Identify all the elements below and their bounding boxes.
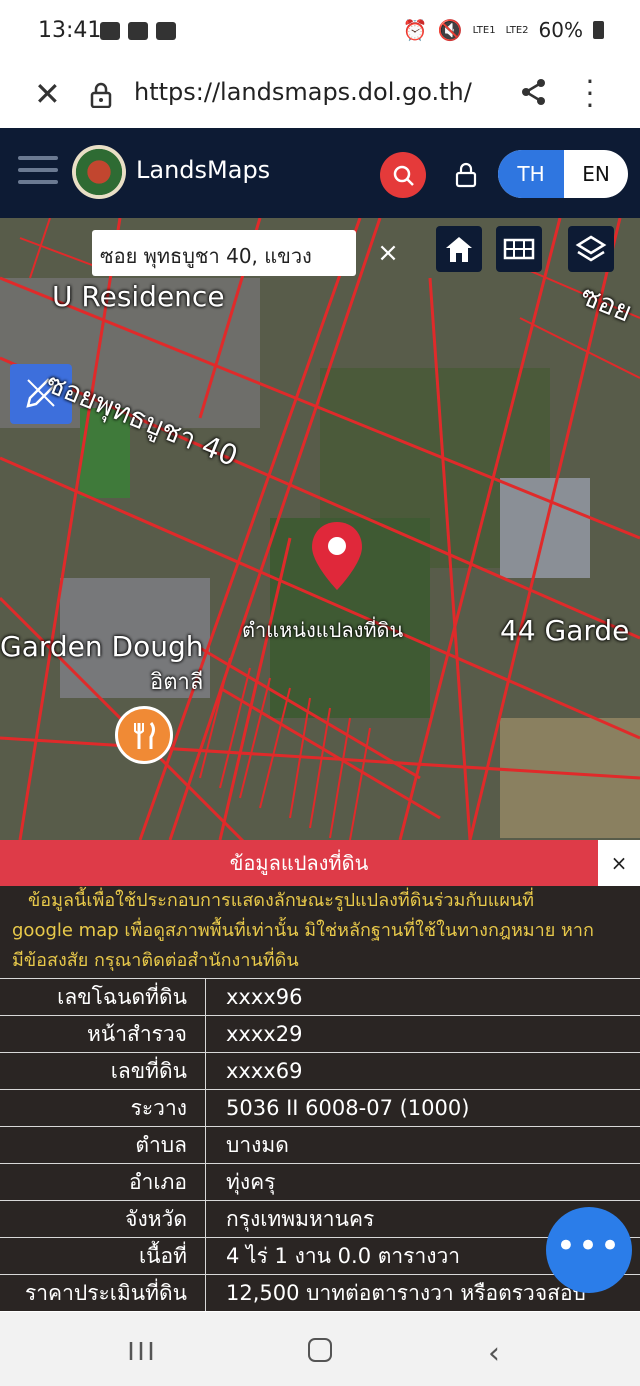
recent-apps-icon[interactable] (128, 1340, 154, 1362)
table-row: ราคาประเมินที่ดิน 12,500 บาทต่อตารางวา หร… (0, 1274, 640, 1311)
more-options-icon[interactable]: · · · (580, 68, 600, 120)
row-label: เนื้อที่ (0, 1238, 206, 1274)
lang-en-button[interactable]: EN (564, 150, 628, 198)
lte1-signal-icon: LTE1 (472, 24, 496, 36)
location-pin-icon[interactable] (310, 520, 364, 592)
parcel-info-table: เลขโฉนดที่ดิน xxxx96 หน้าสำรวจ xxxx29 เลขท… (0, 978, 640, 1311)
mute-icon: 🔇 (437, 18, 463, 42)
lock-icon (90, 82, 112, 108)
notification-icons (100, 22, 176, 40)
table-row: เลขโฉนดที่ดิน xxxx96 (0, 978, 640, 1015)
parcel-grid-button[interactable] (496, 226, 542, 272)
row-label: เลขโฉนดที่ดิน (0, 979, 206, 1015)
layers-button[interactable] (568, 226, 614, 272)
map-label-garden-dough: Garden Dough (0, 630, 204, 663)
table-row: ตำบล บางมด (0, 1126, 640, 1163)
fork-knife-icon (134, 722, 155, 749)
clear-search-icon[interactable]: × (356, 230, 420, 276)
row-label: จังหวัด (0, 1201, 206, 1237)
row-value: xxxx69 (226, 1059, 303, 1083)
language-toggle: TH EN (498, 150, 628, 198)
home-nav-icon[interactable] (308, 1338, 332, 1362)
map-label-garden-dough-th: อิตาลี (150, 670, 204, 695)
status-time: 13:41 (38, 18, 102, 43)
pin-label: ตำแหน่งแปลงที่ดิน (242, 618, 404, 642)
calendar-icon (156, 22, 176, 40)
map-search-input[interactable]: ซอย พุทธบูชา 40, แขวง (92, 230, 356, 276)
dol-logo (72, 145, 126, 199)
close-panel-button[interactable]: × (598, 840, 640, 886)
table-row: เนื้อที่ 4 ไร่ 1 งาน 0.0 ตารางวา (0, 1237, 640, 1274)
table-row: อำเภอ ทุ่งครุ (0, 1163, 640, 1200)
parcel-panel-title: ข้อมูลแปลงที่ดิน (229, 851, 369, 875)
home-button[interactable] (436, 226, 482, 272)
app-header: LandsMaps TH EN (0, 128, 640, 218)
url-text[interactable]: https://landsmaps.dol.go.th/ (134, 78, 472, 106)
close-tab-icon[interactable]: ✕ (34, 78, 61, 110)
row-value: บางมด (226, 1133, 289, 1157)
restaurant-marker[interactable] (115, 706, 173, 764)
row-value: 5036 II 6008-07 (1000) (226, 1096, 470, 1120)
battery-icon (593, 21, 604, 39)
row-label: ตำบล (0, 1127, 206, 1163)
status-right: ⏰ 🔇 LTE1 LTE2 60% (403, 18, 604, 42)
map-label-garden44: 44 Garde (500, 614, 630, 647)
search-icon (393, 165, 414, 186)
row-label: ระวาง (0, 1090, 206, 1126)
row-value: xxxx96 (226, 985, 303, 1009)
map-view[interactable]: ซอย พุทธบูชา 40, แขวง × U Residence ซอยพ… (0, 218, 640, 840)
status-bar: 13:41 ⏰ 🔇 LTE1 LTE2 60% (0, 0, 640, 66)
notice-line: google map เพื่อดูสภาพพื้นที่เท่านั้น มิ… (12, 920, 594, 941)
home-icon (446, 237, 472, 262)
lang-th-button[interactable]: TH (498, 150, 564, 198)
youtube-icon (128, 22, 148, 40)
layers-icon (575, 235, 607, 262)
row-value: xxxx29 (226, 1022, 303, 1046)
table-row: จังหวัด กรุงเทพมหานคร (0, 1200, 640, 1237)
back-nav-icon[interactable]: ‹ (488, 1336, 500, 1371)
row-value: ทุ่งครุ (226, 1170, 276, 1194)
parcel-panel-header: ข้อมูลแปลงที่ดิน × (0, 840, 640, 886)
row-label: เลขที่ดิน (0, 1053, 206, 1089)
lock-icon[interactable] (455, 162, 477, 188)
share-icon[interactable] (520, 78, 548, 106)
disclaimer-notice: ข้อมูลนี้เพื่อใช้ประกอบการแสดงลักษณะรูปแ… (0, 886, 640, 978)
search-button[interactable] (380, 152, 426, 198)
alarm-icon: ⏰ (402, 18, 428, 42)
table-row: หน้าสำรวจ xxxx29 (0, 1015, 640, 1052)
row-label: ราคาประเมินที่ดิน (0, 1275, 206, 1311)
row-value: 12,500 บาทต่อตารางวา หรือตรวจสอบ (226, 1281, 586, 1305)
lte2-signal-icon: LTE2 (505, 24, 529, 36)
row-label: อำเภอ (0, 1164, 206, 1200)
browser-url-bar: ✕ https://landsmaps.dol.go.th/ · · · (0, 66, 640, 128)
table-row: เลขที่ดิน xxxx69 (0, 1052, 640, 1089)
table-row: ระวาง 5036 II 6008-07 (1000) (0, 1089, 640, 1126)
system-nav-bar: ‹ (0, 1312, 640, 1386)
notice-line: มีข้อสงสัย กรุณาติดต่อสำนักงานที่ดิน (12, 950, 299, 971)
gallery-icon (100, 22, 120, 40)
row-label: หน้าสำรวจ (0, 1016, 206, 1052)
menu-icon[interactable] (18, 156, 58, 186)
grid-icon (503, 238, 535, 260)
row-value: กรุงเทพมหานคร (226, 1207, 375, 1231)
row-value: 4 ไร่ 1 งาน 0.0 ตารางวา (226, 1244, 461, 1268)
more-actions-button[interactable]: ••• (546, 1207, 632, 1293)
map-label-residence: U Residence (52, 280, 225, 313)
brand-name: LandsMaps (136, 156, 271, 184)
battery-level: 60% (538, 18, 583, 42)
notice-line: ข้อมูลนี้เพื่อใช้ประกอบการแสดงลักษณะรูปแ… (28, 890, 535, 911)
